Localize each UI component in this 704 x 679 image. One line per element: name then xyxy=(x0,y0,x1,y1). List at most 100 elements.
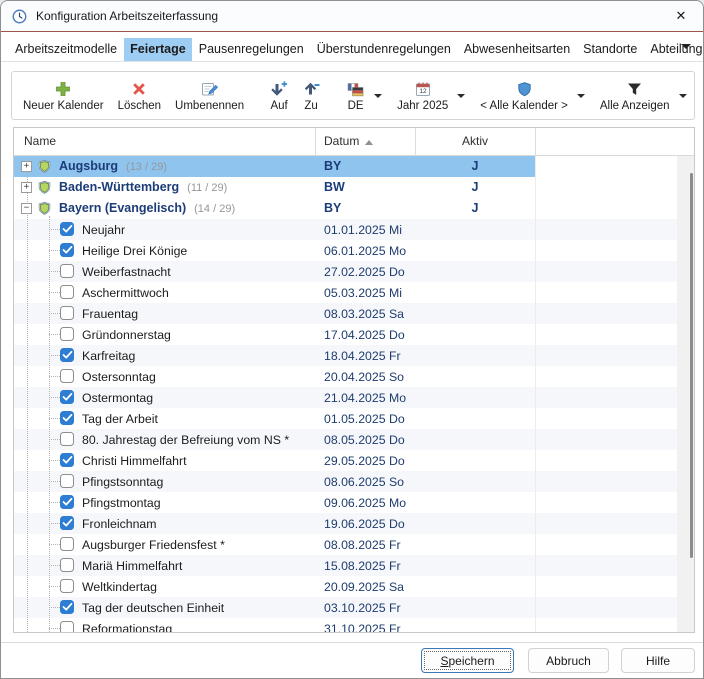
checkbox-checked[interactable] xyxy=(60,390,74,404)
vertical-scrollbar[interactable] xyxy=(677,156,694,633)
holiday-date: 27.02.2025 Do xyxy=(324,265,405,279)
cancel-button[interactable]: Abbruch xyxy=(528,648,609,673)
toolbar: Neuer KalenderLöschen Umbenennen AufZu DE 12… xyxy=(11,71,695,120)
holiday-row[interactable]: Pfingstsonntag08.06.2025 So xyxy=(14,471,694,492)
holiday-row[interactable]: Pfingstmontag09.06.2025 Mo xyxy=(14,492,694,513)
checkbox-checked[interactable] xyxy=(60,495,74,509)
chevron-down-icon xyxy=(374,94,382,98)
holiday-table: Name Datum Aktiv +Augsburg(13 / 29)BYJ+B… xyxy=(13,127,695,633)
holiday-row[interactable]: Gründonnerstag17.04.2025 Do xyxy=(14,324,694,345)
checkbox-checked[interactable] xyxy=(60,453,74,467)
holiday-row[interactable]: Heilige Drei Könige06.01.2025 Mo xyxy=(14,240,694,261)
holiday-row[interactable]: Weltkindertag20.09.2025 Sa xyxy=(14,576,694,597)
scrollbar-thumb[interactable] xyxy=(690,173,693,558)
column-header-aktiv[interactable]: Aktiv xyxy=(415,134,535,148)
checkbox-checked[interactable] xyxy=(60,600,74,614)
checkbox-unchecked[interactable] xyxy=(60,306,74,320)
holiday-row[interactable]: Neujahr01.01.2025 Mi xyxy=(14,219,694,240)
holiday-date: 21.04.2025 Mo xyxy=(324,391,406,405)
show-filter-button-dropdown[interactable] xyxy=(677,74,695,117)
checkbox-checked[interactable] xyxy=(60,243,74,257)
calendar-region: BY xyxy=(324,159,341,173)
checkbox-unchecked[interactable] xyxy=(60,369,74,383)
calendar-shield-icon xyxy=(37,201,52,216)
close-icon[interactable]: ✕ xyxy=(659,1,703,31)
holiday-name: Fronleichnam xyxy=(82,517,157,531)
help-button[interactable]: Hilfe xyxy=(621,648,695,673)
holiday-date: 08.08.2025 Fr xyxy=(324,538,401,552)
expand-node-icon[interactable]: + xyxy=(21,182,32,193)
tab-arbeitszeitmodelle[interactable]: Arbeitszeitmodelle xyxy=(9,38,123,61)
checkbox-unchecked[interactable] xyxy=(60,621,74,633)
expand-button[interactable]: Auf xyxy=(263,74,295,117)
holiday-row[interactable]: Karfreitag18.04.2025 Fr xyxy=(14,345,694,366)
holiday-name: Pfingstsonntag xyxy=(82,475,163,489)
checkbox-checked[interactable] xyxy=(60,411,74,425)
holiday-name: Augsburger Friedensfest * xyxy=(82,538,225,552)
year-button-dropdown[interactable] xyxy=(455,74,473,117)
checkbox-unchecked[interactable] xyxy=(60,558,74,572)
checkbox-unchecked[interactable] xyxy=(60,264,74,278)
checkbox-checked[interactable] xyxy=(60,348,74,362)
calendar-row[interactable]: −Bayern (Evangelisch)(14 / 29)BYJ xyxy=(14,198,694,219)
calendar-row[interactable]: +Baden-Württemberg(11 / 29)BWJ xyxy=(14,177,694,198)
holiday-row[interactable]: Frauentag08.03.2025 Sa xyxy=(14,303,694,324)
year-button[interactable]: 12Jahr 2025 xyxy=(390,74,455,117)
show-filter-button[interactable]: Alle Anzeigen xyxy=(593,74,677,117)
holiday-row[interactable]: Tag der Arbeit01.05.2025 Do xyxy=(14,408,694,429)
country-button[interactable]: DE xyxy=(339,74,372,117)
holiday-row[interactable]: Ostersonntag20.04.2025 So xyxy=(14,366,694,387)
holiday-row[interactable]: Fronleichnam19.06.2025 Do xyxy=(14,513,694,534)
holiday-row[interactable]: Augsburger Friedensfest * 08.08.2025 Fr xyxy=(14,534,694,555)
holiday-date: 17.04.2025 Do xyxy=(324,328,405,342)
tab--berstundenregelungen[interactable]: Überstundenregelungen xyxy=(311,38,457,61)
checkbox-unchecked[interactable] xyxy=(60,432,74,446)
tabbar-divider xyxy=(1,61,703,62)
holiday-date: 15.08.2025 Fr xyxy=(324,559,401,573)
holiday-date: 06.01.2025 Mo xyxy=(324,244,406,258)
country-button-dropdown[interactable] xyxy=(372,74,390,117)
holiday-row[interactable]: Mariä Himmelfahrt 15.08.2025 Fr xyxy=(14,555,694,576)
checkbox-checked[interactable] xyxy=(60,516,74,530)
calendar-filter-button-dropdown[interactable] xyxy=(575,74,593,117)
tab-feiertage[interactable]: Feiertage xyxy=(124,38,192,61)
chevron-down-icon[interactable] xyxy=(681,44,691,49)
checkbox-unchecked[interactable] xyxy=(60,579,74,593)
new-calendar-button[interactable]: Neuer Kalender xyxy=(16,74,111,117)
checkbox-checked[interactable] xyxy=(60,222,74,236)
expand-node-icon[interactable]: + xyxy=(21,161,32,172)
arrow-down-plus-icon xyxy=(270,79,288,99)
calendar-row[interactable]: +Augsburg(13 / 29)BYJ xyxy=(14,156,694,177)
checkbox-unchecked[interactable] xyxy=(60,537,74,551)
toolbar-button-label: Umbenennen xyxy=(175,100,244,112)
collapse-button[interactable]: Zu xyxy=(295,74,327,117)
holiday-name: Mariä Himmelfahrt xyxy=(82,559,182,573)
rename-button[interactable]: Umbenennen xyxy=(168,74,251,117)
tab-standorte[interactable]: Standorte xyxy=(577,38,643,61)
column-divider xyxy=(535,156,536,633)
tab-abteilungen[interactable]: Abteilungen xyxy=(644,38,704,61)
checkbox-unchecked[interactable] xyxy=(60,327,74,341)
tab-abwesenheitsarten[interactable]: Abwesenheitsarten xyxy=(458,38,576,61)
holiday-row[interactable]: Reformationstag31.10.2025 Fr xyxy=(14,618,694,633)
calendar-count: (11 / 29) xyxy=(187,182,227,194)
delete-icon xyxy=(131,79,147,99)
checkbox-unchecked[interactable] xyxy=(60,474,74,488)
table-body: +Augsburg(13 / 29)BYJ+Baden-Württemberg(… xyxy=(14,156,694,633)
holiday-row[interactable]: Christi Himmelfahrt29.05.2025 Do xyxy=(14,450,694,471)
holiday-row[interactable]: 80. Jahrestag der Befreiung vom NS *08.0… xyxy=(14,429,694,450)
holiday-name: Christi Himmelfahrt xyxy=(82,454,187,468)
delete-button[interactable]: Löschen xyxy=(111,74,168,117)
holiday-row[interactable]: Weiberfastnacht27.02.2025 Do xyxy=(14,261,694,282)
holiday-row[interactable]: Ostermontag21.04.2025 Mo xyxy=(14,387,694,408)
holiday-date: 18.04.2025 Fr xyxy=(324,349,401,363)
holiday-row[interactable]: Tag der deutschen Einheit03.10.2025 Fr xyxy=(14,597,694,618)
holiday-row[interactable]: Aschermittwoch05.03.2025 Mi xyxy=(14,282,694,303)
column-header-name[interactable]: Name xyxy=(24,134,56,148)
column-header-datum[interactable]: Datum xyxy=(324,134,373,148)
collapse-node-icon[interactable]: − xyxy=(21,203,32,214)
tab-pausenregelungen[interactable]: Pausenregelungen xyxy=(193,38,310,61)
save-button[interactable]: Speichern xyxy=(421,648,514,673)
checkbox-unchecked[interactable] xyxy=(60,285,74,299)
calendar-filter-button[interactable]: < Alle Kalender > xyxy=(473,74,575,117)
